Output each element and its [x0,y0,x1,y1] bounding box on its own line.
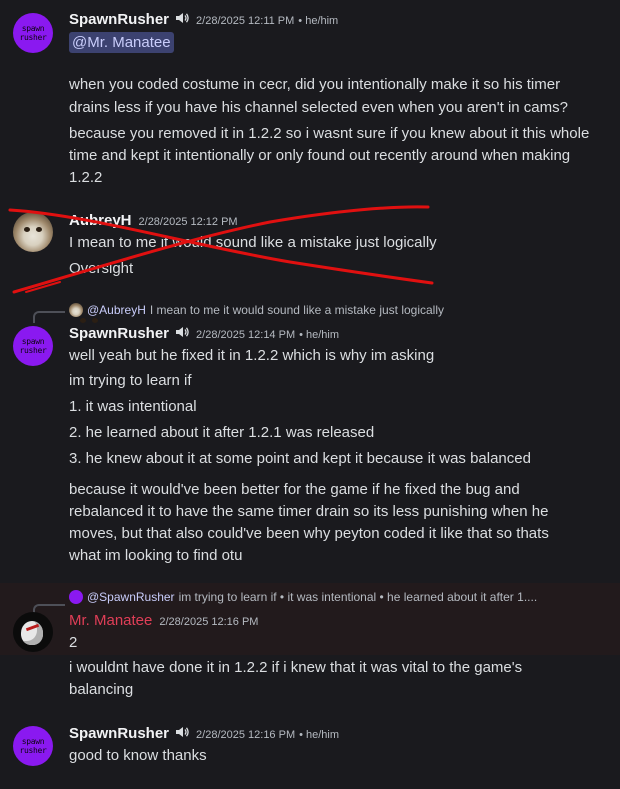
message-line: drains less if you have his channel sele… [69,99,568,116]
message-line: im trying to learn if [69,372,192,389]
speaker-icon [176,727,189,737]
message-line: 2. he learned about it after 1.2.1 was r… [69,424,375,441]
message-line: because you removed it in 1.2.2 so i was… [69,125,590,142]
pronouns: • he/him [298,15,339,27]
message-line: well yeah but he fixed it in 1.2.2 which… [69,347,435,364]
message-line: time and kept it intentionally or only f… [69,147,571,164]
avatar-text: rusher [19,346,47,355]
message-line: what im looking to find otu [69,547,243,564]
message-line: I mean to me it would sound like a mista… [69,234,437,251]
reply-avatar-icon [69,590,83,604]
message-header: SpawnRusher 2/28/2025 12:11 PM • he/him [69,10,338,28]
message-line: moves, but that also could've been why p… [69,525,549,542]
avatar[interactable] [13,212,53,252]
avatar-text: spawn [21,337,45,346]
timestamp: 2/28/2025 12:12 PM [138,216,238,228]
message-line: good to know thanks [69,747,207,764]
pronouns: • he/him [299,729,340,741]
avatar-text: rusher [19,33,47,42]
message-line: when you coded costume in cecr, did you … [69,76,561,93]
message-line: 1.2.2 [69,169,103,186]
timestamp: 2/28/2025 12:16 PM [196,729,296,741]
avatar-text: spawn [21,24,45,33]
avatar-text: rusher [19,746,47,755]
message-header: AubreyH 2/28/2025 12:12 PM [69,212,238,229]
username[interactable]: Mr. Manatee [69,612,152,629]
message-line: 3. he knew about it at some point and ke… [69,450,531,467]
timestamp: 2/28/2025 12:11 PM [196,15,295,27]
user-mention[interactable]: @Mr. Manatee [69,32,174,53]
message-line: 2 [69,634,78,651]
message-line: i wouldnt have done it in 1.2.2 if i kne… [69,659,523,676]
timestamp: 2/28/2025 12:14 PM [196,329,296,341]
username[interactable]: AubreyH [69,212,132,229]
message-line: because it would've been better for the … [69,481,520,498]
timestamp: 2/28/2025 12:16 PM [159,616,259,628]
reply-text: im trying to learn if • it was intention… [178,590,538,604]
username[interactable]: SpawnRusher [69,11,169,28]
message-line: rebalanced it to have the same timer dra… [69,503,549,520]
avatar[interactable] [13,612,53,652]
message-line: Oversight [69,260,134,277]
message-header: Mr. Manatee 2/28/2025 12:16 PM [69,612,258,629]
message-header: SpawnRusher 2/28/2025 12:14 PM • he/him [69,324,339,342]
speaker-icon [176,327,189,337]
message-header: SpawnRusher 2/28/2025 12:16 PM • he/him [69,724,339,742]
pronouns: • he/him [299,329,340,341]
message-line: balancing [69,681,134,698]
avatar-text: spawn [21,737,45,746]
avatar[interactable]: spawn rusher [13,326,53,366]
reply-username: @SpawnRusher [87,590,175,604]
reply-preview[interactable]: @AubreyH I mean to me it would sound lik… [69,303,445,323]
reply-text: I mean to me it would sound like a mista… [149,303,445,317]
avatar[interactable]: spawn rusher [13,13,53,53]
reply-username: @AubreyH [87,303,146,317]
reply-avatar-icon [69,303,98,323]
avatar[interactable]: spawn rusher [13,726,53,766]
message-line: 1. it was intentional [69,398,197,415]
username[interactable]: SpawnRusher [69,725,169,742]
reply-preview[interactable]: @SpawnRusher im trying to learn if • it … [69,590,537,604]
reply-spine [33,311,65,323]
chat-log: spawn rusher SpawnRusher 2/28/2025 12:11… [0,0,620,789]
speaker-icon [176,13,189,23]
username[interactable]: SpawnRusher [69,325,169,342]
